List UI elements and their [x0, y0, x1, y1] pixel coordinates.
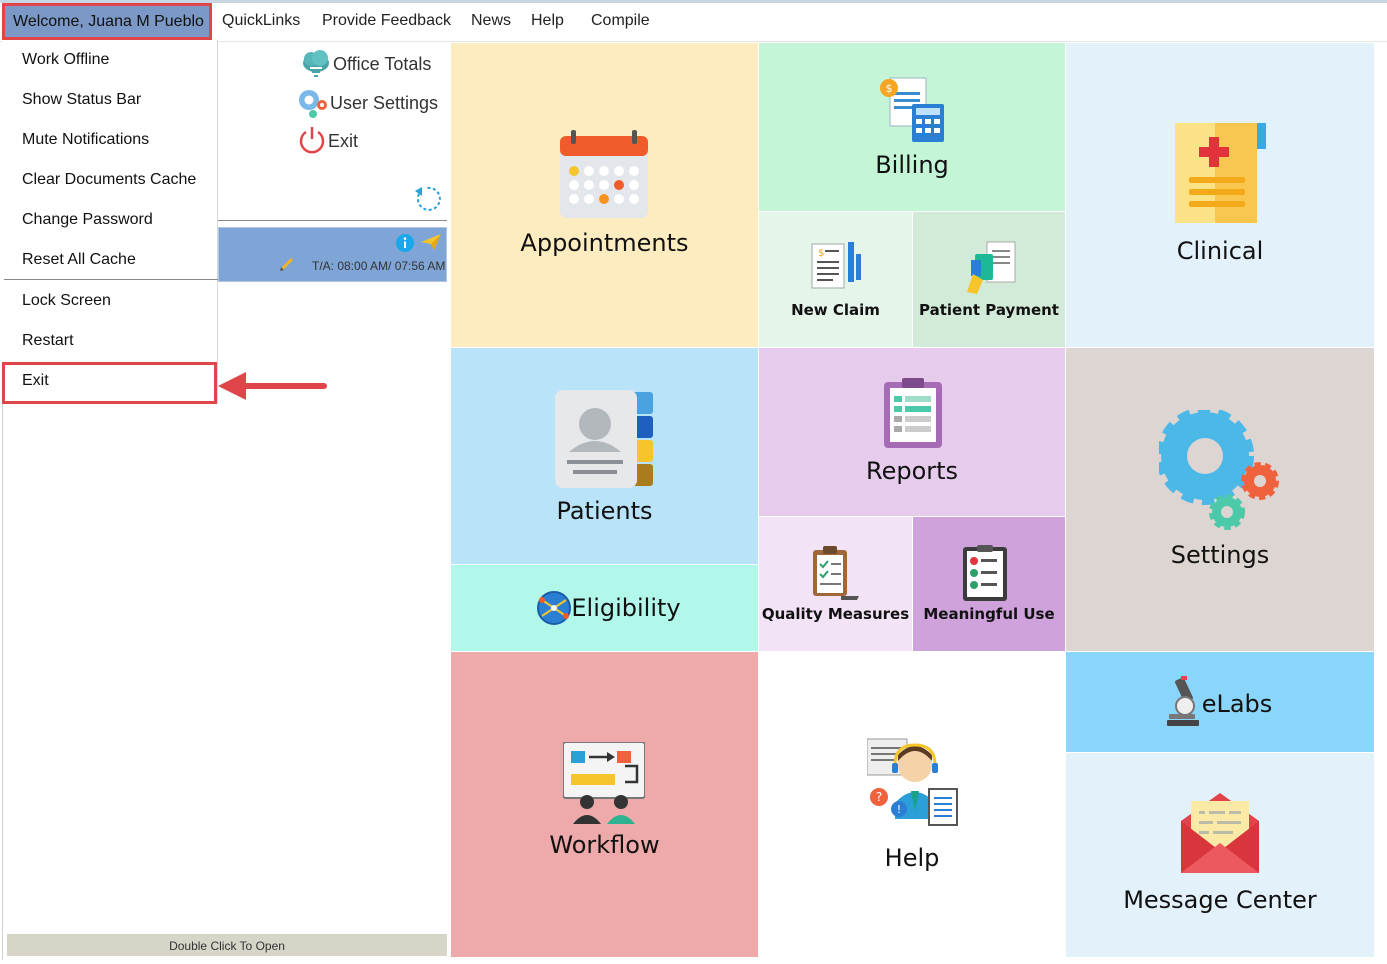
report-clipboard-icon: [884, 378, 942, 448]
tile-appointments-label: Appointments: [520, 229, 689, 257]
exit-link[interactable]: Exit: [328, 131, 358, 152]
envelope-message-icon: [1181, 793, 1259, 873]
info-icon[interactable]: [395, 233, 415, 253]
tile-settings-label: Settings: [1170, 541, 1270, 569]
tile-workflow[interactable]: Workflow: [451, 652, 758, 957]
menu-item-lock-screen[interactable]: Lock Screen: [22, 292, 111, 310]
tile-message-center[interactable]: Message Center: [1066, 753, 1374, 957]
tile-message-center-label: Message Center: [1123, 886, 1317, 914]
top-menu-bar: Welcome, Juana M Pueblo QuickLinks Provi…: [0, 0, 1387, 42]
tile-new-claim[interactable]: $ New Claim: [759, 212, 912, 347]
tile-help[interactable]: ? ! Help: [759, 652, 1065, 957]
menu-item-clear-documents-cache[interactable]: Clear Documents Cache: [22, 171, 196, 189]
cloud-totals-icon: [303, 50, 329, 77]
menu-item-restart[interactable]: Restart: [22, 332, 74, 350]
tile-workflow-label: Workflow: [549, 831, 660, 859]
footer-hint: Double Click To Open: [169, 939, 285, 953]
menu-compile[interactable]: Compile: [591, 12, 650, 30]
menu-item-show-status-bar[interactable]: Show Status Bar: [22, 91, 141, 109]
workflow-board-icon: [563, 742, 645, 824]
menu-provide-feedback[interactable]: Provide Feedback: [322, 12, 451, 30]
user-settings-gear-icon: [299, 90, 327, 118]
quality-checklist-icon: [813, 546, 859, 600]
tile-patient-payment-label: Patient Payment: [919, 301, 1059, 319]
dashboard-tiles: Appointments $ Billing $ New Claim Patie…: [451, 43, 1379, 957]
office-totals-link[interactable]: Office Totals: [333, 54, 431, 75]
tile-new-claim-label: New Claim: [791, 301, 880, 319]
meaningful-use-list-icon: [963, 545, 1007, 601]
menu-item-mute-notifications[interactable]: Mute Notifications: [22, 131, 149, 149]
menu-help[interactable]: Help: [531, 12, 564, 30]
tile-clinical-label: Clinical: [1176, 237, 1264, 265]
tile-quality-measures[interactable]: Quality Measures: [759, 517, 912, 651]
tile-billing-label: Billing: [875, 151, 949, 179]
tile-billing[interactable]: $ Billing: [759, 43, 1065, 211]
menu-item-work-offline[interactable]: Work Offline: [22, 51, 109, 69]
tile-eligibility-label: Eligibility: [571, 594, 681, 622]
tile-reports[interactable]: Reports: [759, 348, 1065, 516]
help-support-agent-icon: ? !: [867, 738, 958, 826]
menu-item-reset-all-cache[interactable]: Reset All Cache: [22, 251, 136, 269]
tile-patient-payment[interactable]: Patient Payment: [913, 212, 1065, 347]
menu-news[interactable]: News: [471, 12, 511, 30]
tile-eligibility[interactable]: Eligibility: [451, 565, 758, 651]
tile-elabs-label: eLabs: [1201, 690, 1273, 718]
tile-reports-label: Reports: [865, 457, 959, 485]
status-footer: Double Click To Open: [7, 934, 447, 956]
claim-document-icon: $: [811, 242, 861, 289]
clinical-record-icon: [1175, 123, 1266, 223]
tile-help-label: Help: [884, 844, 940, 872]
tile-clinical[interactable]: Clinical: [1066, 43, 1374, 347]
tile-settings[interactable]: Settings: [1066, 348, 1374, 651]
power-exit-icon: [299, 127, 325, 154]
payment-card-icon: [967, 241, 1016, 294]
patient-contacts-icon: [555, 390, 653, 488]
billing-invoice-icon: $: [880, 77, 944, 142]
tile-patients-label: Patients: [556, 497, 653, 525]
appointment-time: T/A: 08:00 AM/ 07:56 AM: [312, 259, 446, 273]
menu-quicklinks[interactable]: QuickLinks: [222, 12, 300, 30]
menu-item-change-password[interactable]: Change Password: [22, 211, 153, 229]
user-dropdown-menu: Work Offline Show Status Bar Mute Notifi…: [2, 40, 218, 404]
annotation-arrow-icon: [218, 372, 327, 400]
menu-item-exit-highlight[interactable]: Exit: [2, 362, 217, 404]
settings-gears-icon: [1159, 410, 1279, 530]
svg-text:?: ?: [876, 790, 882, 804]
svg-text:$: $: [818, 248, 824, 259]
svg-text:!: !: [897, 803, 901, 816]
menu-item-exit[interactable]: Exit: [22, 372, 49, 390]
tile-appointments[interactable]: Appointments: [451, 43, 758, 347]
appointment-card[interactable]: T/A: 08:00 AM/ 07:56 AM: [218, 227, 447, 282]
tile-meaningful-use-label: Meaningful Use: [923, 605, 1055, 623]
user-settings-link[interactable]: User Settings: [330, 93, 438, 114]
refresh-icon[interactable]: [413, 184, 443, 214]
tile-elabs[interactable]: eLabs: [1066, 652, 1374, 752]
tile-patients[interactable]: Patients: [451, 348, 758, 564]
calendar-icon: [560, 130, 648, 218]
welcome-user-menu[interactable]: Welcome, Juana M Pueblo: [2, 3, 212, 40]
menu-separator: [4, 279, 218, 280]
edit-pencil-icon[interactable]: [279, 256, 295, 272]
send-icon[interactable]: [420, 232, 442, 252]
svg-text:$: $: [886, 82, 893, 95]
panel-separator: [218, 220, 447, 221]
tile-meaningful-use[interactable]: Meaningful Use: [913, 517, 1065, 651]
tile-quality-measures-label: Quality Measures: [761, 605, 910, 623]
